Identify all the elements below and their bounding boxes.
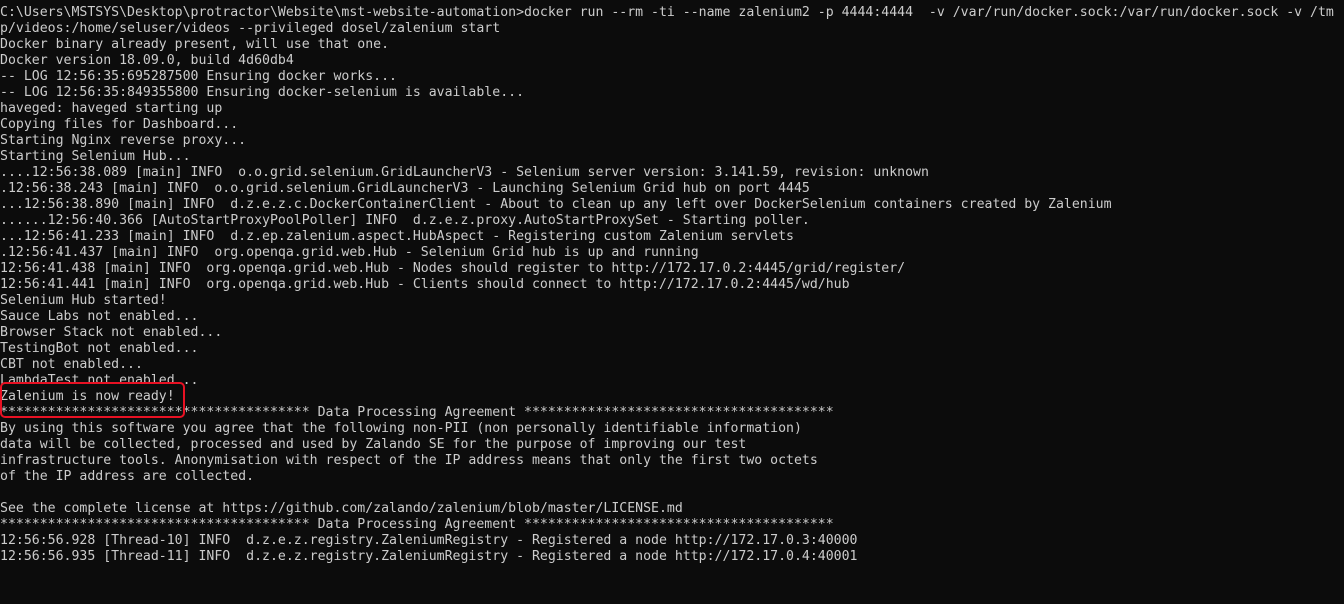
- terminal-line: Starting Nginx reverse proxy...: [0, 133, 247, 148]
- terminal-line: .12:56:41.437 [main] INFO org.openqa.gri…: [0, 245, 699, 260]
- terminal-line: Browser Stack not enabled...: [0, 325, 223, 340]
- terminal-line: Zalenium is now ready!: [0, 389, 175, 404]
- terminal-line: Sauce Labs not enabled...: [0, 309, 199, 324]
- terminal-line: 12:56:41.441 [main] INFO org.openqa.grid…: [0, 277, 850, 292]
- terminal-line: *************************************** …: [0, 405, 834, 420]
- terminal-line: 12:56:56.928 [Thread-10] INFO d.z.e.z.re…: [0, 533, 858, 548]
- terminal-line: 12:56:56.935 [Thread-11] INFO d.z.e.z.re…: [0, 549, 858, 564]
- terminal-window[interactable]: C:\Users\MSTSYS\Desktop\protractor\Websi…: [0, 0, 1344, 604]
- terminal-line: See the complete license at https://gith…: [0, 501, 683, 516]
- terminal-line: Copying files for Dashboard...: [0, 117, 239, 132]
- terminal-line: TestingBot not enabled...: [0, 341, 199, 356]
- terminal-line: ......12:56:40.366 [AutoStartProxyPoolPo…: [0, 213, 810, 228]
- terminal-line: Docker binary already present, will use …: [0, 37, 390, 52]
- terminal-line: infrastructure tools. Anonymisation with…: [0, 453, 818, 468]
- terminal-line: .12:56:38.243 [main] INFO o.o.grid.selen…: [0, 181, 810, 196]
- terminal-line: Starting Selenium Hub...: [0, 149, 191, 164]
- terminal-line: C:\Users\MSTSYS\Desktop\protractor\Websi…: [0, 5, 1334, 20]
- terminal-line: 12:56:41.438 [main] INFO org.openqa.grid…: [0, 261, 906, 276]
- terminal-line: Selenium Hub started!: [0, 293, 167, 308]
- terminal-line: ...12:56:38.890 [main] INFO d.z.e.z.c.Do…: [0, 197, 1112, 212]
- terminal-line: By using this software you agree that th…: [0, 421, 802, 436]
- terminal-line: of the IP address are collected.: [0, 469, 255, 484]
- terminal-line: *************************************** …: [0, 517, 834, 532]
- terminal-line: ....12:56:38.089 [main] INFO o.o.grid.se…: [0, 165, 929, 180]
- terminal-line: p/videos:/home/seluser/videos --privileg…: [0, 21, 501, 36]
- terminal-line: haveged: haveged starting up: [0, 101, 223, 116]
- terminal-line: data will be collected, processed and us…: [0, 437, 747, 452]
- terminal-line: LambdaTest not enabled...: [0, 373, 199, 388]
- terminal-line: Docker version 18.09.0, build 4d60db4: [0, 53, 294, 68]
- terminal-line: -- LOG 12:56:35:695287500 Ensuring docke…: [0, 69, 397, 84]
- terminal-line: -- LOG 12:56:35:849355800 Ensuring docke…: [0, 85, 525, 100]
- terminal-output: C:\Users\MSTSYS\Desktop\protractor\Websi…: [0, 5, 1344, 565]
- terminal-line: ...12:56:41.233 [main] INFO d.z.ep.zalen…: [0, 229, 794, 244]
- terminal-line: CBT not enabled...: [0, 357, 143, 372]
